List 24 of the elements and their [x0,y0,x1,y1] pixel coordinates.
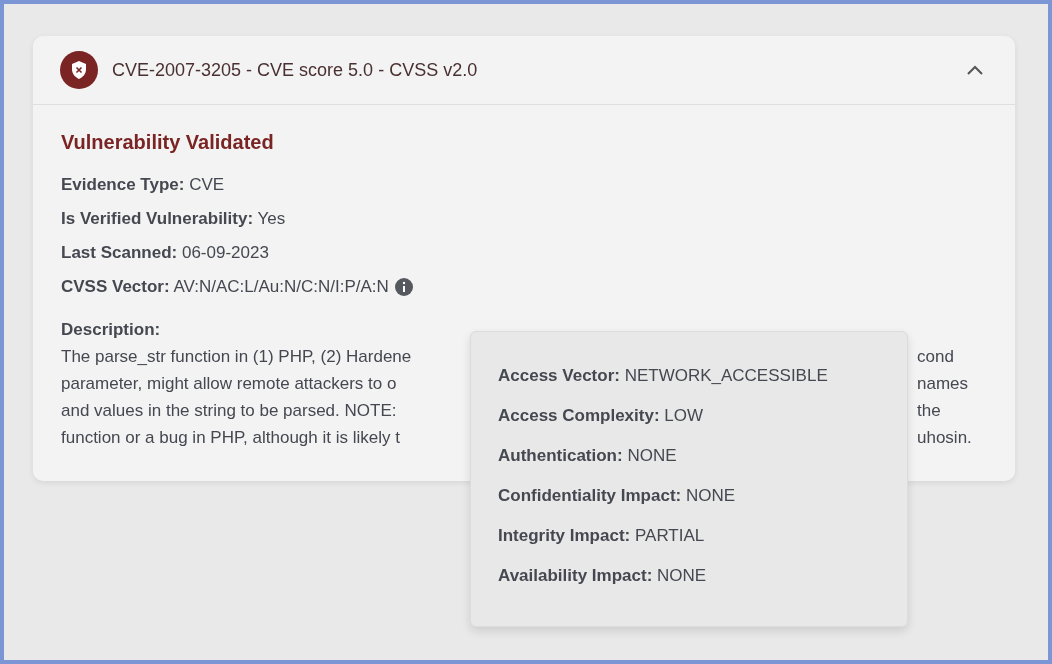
field-text: Integrity Impact: PARTIAL [498,526,705,545]
shield-icon [60,51,98,89]
description-text: the [917,401,941,420]
chevron-icon [966,64,984,76]
info-icon[interactable] [394,278,413,296]
field-text: Evidence Type: CVE [61,175,225,195]
field-text: Is Verified Vulnerability: Yes [61,209,286,229]
field-text: CVSS Vector: AV:N/AC:L/Au:N/C:N/I:P/A:N [61,277,389,297]
description-text: uhosin. [917,428,972,447]
field-text: Access Vector: NETWORK_ACCESSIBLE [498,366,828,385]
field-text: Last Scanned: 06-09-2023 [61,243,269,263]
field-text: Access Complexity: LOW [498,406,704,425]
field-text: Availability Impact: NONE [498,566,707,585]
description-text: parameter, might allow remote attackers to o [61,374,397,393]
card-title: CVE-2007-3205 - CVE score 5.0 - CVSS v2.0 [112,59,479,81]
status-heading: Vulnerability Validated [61,131,275,154]
description-text: and values in the string to be parsed. NOTE: [61,401,397,420]
description-text: names [917,374,969,393]
description-label: Description: [61,320,161,339]
field-text: Confidentiality Impact: NONE [498,486,736,505]
description-text: The parse_str function in (1) PHP, (2) Hardene [61,347,412,366]
description-text: function or a bug in PHP, although it is likely t [61,428,400,447]
field-text: Authentication: NONE [498,446,677,465]
description-text: cond [917,347,954,366]
